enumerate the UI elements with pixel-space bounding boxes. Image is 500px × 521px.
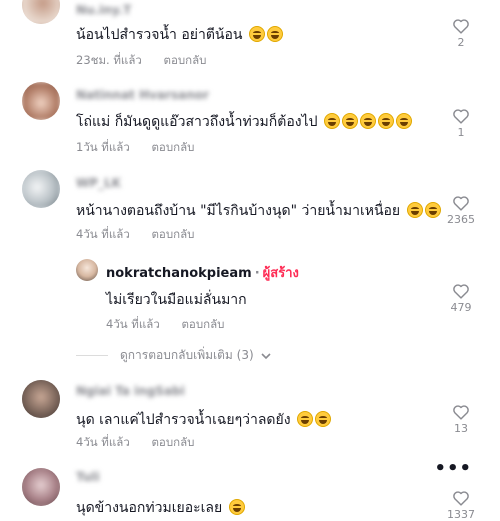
avatar[interactable] (22, 380, 60, 418)
like-count: 2365 (447, 213, 475, 226)
comment-text: หน้านางตอนถึงบ้าน "มีไรกินบ้างนุด" ว่ายน… (76, 200, 441, 222)
view-more-replies-label: ดูการตอบกลับเพิ่มเติม (3) (120, 348, 254, 362)
heart-icon (453, 405, 469, 420)
comment-meta: 4วัน ที่แล้ว ตอบกลับ (76, 434, 194, 452)
comment-item: Tuli นุดข้างนอกท่วมเยอะเลย 1337 (0, 460, 500, 521)
like-button[interactable]: 13 (446, 404, 476, 435)
comment-time: 4วัน ที่แล้ว (76, 227, 130, 241)
like-button[interactable]: 2 (446, 18, 476, 49)
view-more-replies-button[interactable]: ดูการตอบกลับเพิ่มเติม (3) (76, 346, 272, 365)
laughing-emoji-icon (424, 202, 441, 218)
comment-item: Natinnat Hvarsanor โถ่แม่ ก็มันดูดูแอ๊วส… (0, 78, 500, 158)
comment-item: Nu.iny.T น้อนไปสำรวจน้ำ อย่าตีน้อน 23ชม.… (0, 0, 500, 70)
like-button[interactable]: 2365 (446, 195, 476, 226)
avatar[interactable] (22, 170, 60, 208)
reply-button[interactable]: ตอบกลับ (151, 435, 194, 449)
comment-item: WP_LK หน้านางตอนถึงบ้าน "มีไรกินบ้างนุด"… (0, 168, 500, 248)
comment-username[interactable]: Tuli (76, 470, 100, 484)
avatar[interactable] (22, 468, 60, 506)
comment-username[interactable]: Ngiai Ta ingSabi (76, 384, 185, 398)
laughing-emoji-icon (228, 499, 245, 515)
reply-button[interactable]: ตอบกลับ (151, 140, 194, 154)
creator-username[interactable]: nokratchanokpieam (106, 266, 252, 281)
like-count: 2 (457, 36, 465, 49)
creator-username-row: nokratchanokpieam · ผู้สร้าง (106, 262, 299, 283)
heart-icon (453, 196, 469, 211)
comment-username[interactable]: WP_LK (76, 176, 121, 190)
heart-icon (453, 491, 469, 506)
avatar[interactable] (22, 82, 60, 120)
laughing-emoji-icon (315, 411, 332, 427)
comment-time: 23ชม. ที่แล้ว (76, 53, 142, 67)
heart-icon (453, 109, 469, 124)
creator-reply: nokratchanokpieam · ผู้สร้าง ไม่เรียวในมือ… (0, 255, 500, 335)
reply-text: ไม่เรียวในมือแม่ลั่นมาก (106, 292, 247, 308)
comment-meta: 4วัน ที่แล้ว ตอบกลับ (106, 316, 224, 334)
like-count: 13 (454, 422, 468, 435)
like-button[interactable]: 1 (446, 108, 476, 139)
comment-meta: 1วัน ที่แล้ว ตอบกลับ (76, 139, 194, 157)
comment-text: นุดข้างนอกท่วมเยอะเลย (76, 497, 245, 519)
laughing-emoji-icon (266, 26, 283, 42)
like-button[interactable]: 479 (446, 283, 476, 314)
avatar[interactable] (22, 0, 60, 24)
chevron-down-icon (261, 352, 271, 359)
like-count: 1337 (447, 508, 475, 521)
laughing-emoji-icon (359, 113, 376, 129)
like-button[interactable]: 1337 (446, 490, 476, 521)
comment-time: 4วัน ที่แล้ว (76, 435, 130, 449)
comment-username[interactable]: Natinnat Hvarsanor (76, 88, 209, 102)
avatar[interactable] (76, 259, 98, 281)
reply-button[interactable]: ตอบกลับ (163, 53, 206, 67)
laughing-emoji-icon (377, 113, 394, 129)
like-count: 479 (450, 301, 472, 314)
laughing-emoji-icon (395, 113, 412, 129)
reply-button[interactable]: ตอบกลับ (151, 227, 194, 241)
separator-dot: · (254, 266, 260, 281)
comment-text: น้อนไปสำรวจน้ำ อย่าตีน้อน (76, 24, 283, 46)
comment-text: นุด เลาแค่ไปสำรวจน้ำเฉยๆว่าลดยัง (76, 409, 332, 431)
comment-meta: 4วัน ที่แล้ว ตอบกลับ (76, 226, 194, 244)
creator-badge: ผู้สร้าง (262, 266, 299, 281)
comment-item: Ngiai Ta ingSabi นุด เลาแค่ไปสำรวจน้ำเฉย… (0, 372, 500, 452)
laughing-emoji-icon (248, 26, 265, 42)
laughing-emoji-icon (341, 113, 358, 129)
comment-username[interactable]: Nu.iny.T (76, 3, 131, 17)
like-count: 1 (457, 126, 465, 139)
laughing-emoji-icon (323, 113, 340, 129)
reply-button[interactable]: ตอบกลับ (181, 317, 224, 331)
comment-text: โถ่แม่ ก็มันดูดูแอ๊วสาวถึงน้ำท่วมก็ต้องไ… (76, 111, 412, 133)
heart-icon (453, 19, 469, 34)
comment-meta: 23ชม. ที่แล้ว ตอบกลับ (76, 52, 206, 70)
comment-time: 4วัน ที่แล้ว (106, 317, 160, 331)
laughing-emoji-icon (297, 411, 314, 427)
laughing-emoji-icon (406, 202, 423, 218)
heart-icon (453, 284, 469, 299)
comment-time: 1วัน ที่แล้ว (76, 140, 130, 154)
divider (76, 355, 108, 356)
